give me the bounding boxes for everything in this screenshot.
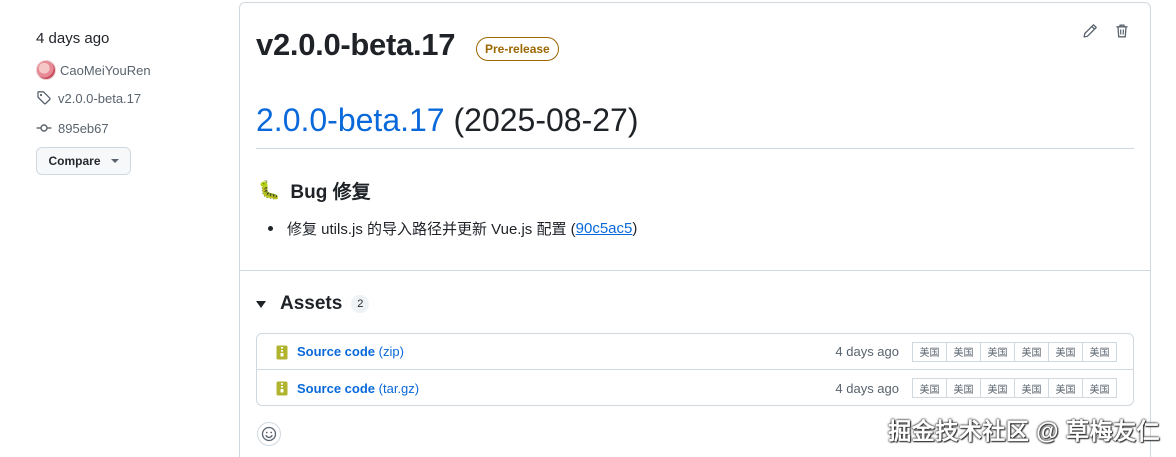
mirror-link[interactable]: 美国 [946, 378, 981, 398]
mirror-link[interactable]: 美国 [1014, 378, 1049, 398]
commit-ref-link[interactable]: 90c5ac5 [576, 220, 633, 237]
asset-link-targz[interactable]: Source code (tar.gz) [297, 381, 419, 396]
bugfix-title: Bug 修复 [290, 182, 371, 203]
asset-time: 4 days ago [835, 344, 899, 359]
watermark: 掘金技术社区 @ 草梅友仁 [888, 418, 1160, 444]
mirror-link[interactable]: 美国 [980, 378, 1015, 398]
assets-count-badge: 2 [351, 295, 370, 313]
asset-row: Source code (zip) 4 days ago 美国 美国 美国 美国… [257, 334, 1133, 370]
assets-label: Assets [280, 293, 343, 314]
compare-button[interactable]: Compare [36, 147, 131, 175]
avatar [36, 60, 56, 80]
file-zip-icon [276, 345, 288, 360]
mirror-link[interactable]: 美国 [912, 341, 947, 362]
prerelease-badge: Pre-release [476, 37, 559, 61]
release-date: 4 days ago [36, 30, 110, 47]
asset-link-zip[interactable]: Source code (zip) [297, 344, 404, 359]
asset-ext: (tar.gz) [378, 380, 420, 396]
trash-icon[interactable] [1114, 23, 1130, 39]
asset-row: Source code (tar.gz) 4 days ago 美国 美国 美国… [257, 370, 1133, 406]
release-card: v2.0.0-beta.17 Pre-release 2.0.0-beta.17… [239, 2, 1151, 457]
list-item: 修复 utils.js 的导入路径并更新 Vue.js 配置 (90c5ac5) [268, 218, 637, 239]
commit-link[interactable]: 895eb67 [36, 120, 109, 136]
bullet-dot [268, 226, 273, 231]
bugfix-section-heading: 🐛 Bug 修复 [258, 177, 371, 204]
version-compare-link[interactable]: 2.0.0-beta.17 [256, 102, 445, 138]
author-link[interactable]: CaoMeiYouRen [36, 60, 151, 80]
asset-name: Source code [297, 344, 376, 359]
pencil-icon[interactable] [1082, 23, 1098, 39]
mirror-link[interactable]: 美国 [1014, 341, 1049, 362]
tag-name[interactable]: v2.0.0-beta.17 [58, 91, 141, 106]
author-name[interactable]: CaoMeiYouRen [60, 63, 151, 78]
release-title[interactable]: v2.0.0-beta.17 [256, 27, 455, 63]
asset-time: 4 days ago [835, 380, 899, 396]
mirror-link[interactable]: 美国 [980, 341, 1015, 362]
mirror-link[interactable]: 美国 [1082, 341, 1117, 362]
git-commit-icon [36, 124, 52, 132]
assets-toggle[interactable]: Assets 2 [256, 293, 370, 315]
chevron-down-icon [110, 159, 119, 163]
bug-icon: 🐛 [258, 180, 281, 200]
mirror-links: 美国 美国 美国 美国 美国 美国 [912, 341, 1117, 362]
mirror-link[interactable]: 美国 [946, 341, 981, 362]
tag-icon [37, 91, 51, 105]
mirror-links: 美国 美国 美国 美国 美国 美国 [912, 378, 1117, 398]
asset-name: Source code [297, 380, 376, 396]
smiley-icon [261, 426, 277, 442]
assets-list: Source code (zip) 4 days ago 美国 美国 美国 美国… [256, 333, 1134, 406]
release-date-heading: (2025-08-27) [444, 102, 639, 138]
asset-ext: (zip) [378, 344, 404, 359]
triangle-down-icon [256, 300, 266, 308]
release-notes-heading: 2.0.0-beta.17 (2025-08-27) [256, 102, 638, 139]
mirror-link[interactable]: 美国 [1048, 378, 1083, 398]
bullet-close: ) [632, 220, 638, 237]
mirror-link[interactable]: 美国 [1082, 378, 1117, 398]
mirror-link[interactable]: 美国 [1048, 341, 1083, 362]
bullet-text: 修复 utils.js 的导入路径并更新 Vue.js 配置 ( [287, 221, 576, 238]
compare-label: Compare [48, 154, 101, 168]
mirror-link[interactable]: 美国 [912, 378, 947, 398]
tag-link[interactable]: v2.0.0-beta.17 [36, 90, 141, 106]
heading-divider [256, 148, 1134, 149]
commit-sha[interactable]: 895eb67 [58, 121, 109, 136]
add-reaction-button[interactable] [257, 422, 281, 446]
section-divider [240, 270, 1150, 271]
file-zip-icon [276, 381, 288, 396]
